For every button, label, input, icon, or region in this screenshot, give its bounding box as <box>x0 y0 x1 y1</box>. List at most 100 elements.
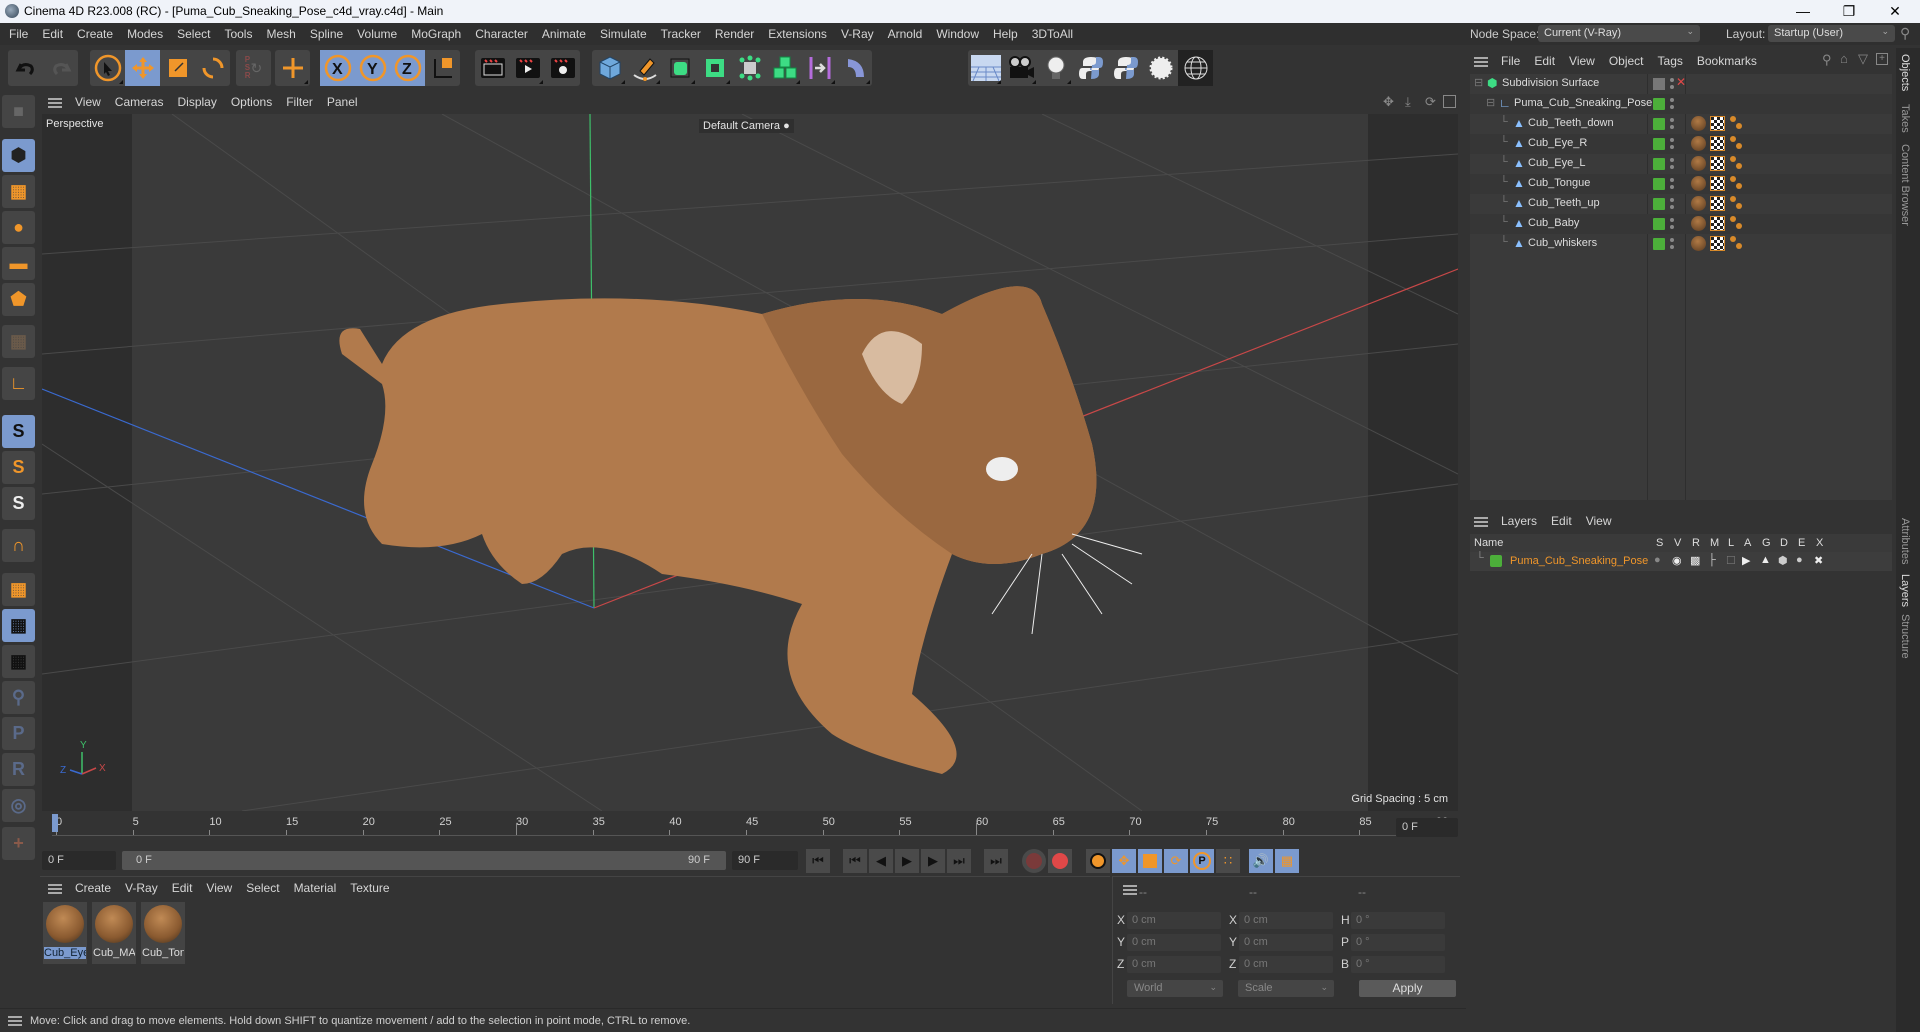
texture-tag-icon[interactable] <box>1710 156 1725 171</box>
minimize-button[interactable]: — <box>1780 0 1826 23</box>
record-button[interactable] <box>1022 849 1046 873</box>
viewport-menu-display[interactable]: Display <box>170 91 223 113</box>
render-visibility-dots[interactable] <box>1670 177 1674 191</box>
size-y-field[interactable]: 0 cm <box>1239 934 1333 951</box>
visibility-toggle[interactable] <box>1653 98 1665 110</box>
y-axis-lock-button[interactable]: Y <box>355 50 390 86</box>
vertex-tag-icon[interactable] <box>1730 216 1744 231</box>
size-x-field[interactable]: 0 cm <box>1239 912 1333 929</box>
python-button[interactable] <box>1073 50 1108 86</box>
menu-file[interactable]: File <box>2 23 35 45</box>
timeline-filmstrip-button[interactable]: ▦ <box>1275 849 1299 873</box>
render-visibility-dots[interactable] <box>1670 157 1674 171</box>
hamburger-icon[interactable] <box>1123 885 1137 895</box>
position-x-field[interactable]: 0 cm <box>1127 912 1221 929</box>
material-menu-create[interactable]: Create <box>68 877 118 899</box>
psr-reset-button[interactable]: P S R ↻ <box>236 50 271 86</box>
render-visibility-dots[interactable] <box>1670 137 1674 151</box>
x-axis-lock-button[interactable]: X <box>320 50 355 86</box>
sphere-wire-button[interactable] <box>1178 50 1213 86</box>
expand-toggle-icon[interactable]: ⊟ <box>1474 76 1483 89</box>
object-menu-edit[interactable]: Edit <box>1527 50 1562 72</box>
prev-key-button[interactable]: ⏮ <box>843 849 867 873</box>
workplane-lock-button[interactable]: ▦ <box>2 609 35 642</box>
axis-mode-button[interactable]: ∟ <box>2 367 35 400</box>
position-y-field[interactable]: 0 cm <box>1127 934 1221 951</box>
viewport-menu-panel[interactable]: Panel <box>320 91 365 113</box>
uv-mode-button[interactable]: ▦ <box>2 325 35 358</box>
lock-icon[interactable]: ☐ <box>1726 554 1736 567</box>
extrude-button[interactable] <box>697 50 732 86</box>
workplane-rotate-button[interactable]: ▦ <box>2 645 35 678</box>
coord-mode-dropdown[interactable]: Scale ⌄ <box>1238 980 1334 997</box>
disable-x-icon[interactable]: ✕ <box>1676 75 1686 89</box>
object-row[interactable]: └ ▲ Cub_Eye_R <box>1470 134 1892 154</box>
edit-toggle-icon[interactable] <box>1653 78 1665 90</box>
undo-button[interactable] <box>8 50 43 86</box>
menu-extensions[interactable]: Extensions <box>761 23 834 45</box>
rotation-p-field[interactable]: 0 ° <box>1351 934 1445 951</box>
material-menu-v-ray[interactable]: V-Ray <box>118 877 165 899</box>
tab-structure[interactable]: Structure <box>1899 614 1911 659</box>
layer-column-a[interactable]: A <box>1744 537 1751 549</box>
layer-menu-edit[interactable]: Edit <box>1544 510 1579 532</box>
menu-create[interactable]: Create <box>70 23 120 45</box>
subdivision-button[interactable] <box>662 50 697 86</box>
sky-button[interactable] <box>1143 50 1178 86</box>
layer-column-v[interactable]: V <box>1674 537 1681 549</box>
layer-column-r[interactable]: R <box>1692 537 1700 549</box>
xref-icon[interactable]: ✖ <box>1814 554 1823 567</box>
visible-eye-icon[interactable]: ◉ <box>1672 554 1682 567</box>
texture-tag-icon[interactable] <box>1710 136 1725 151</box>
coord-space-dropdown[interactable]: World ⌄ <box>1127 980 1223 997</box>
3d-viewport[interactable]: Perspective Default Camera ● Y X Z Grid … <box>42 114 1458 811</box>
key-parameter-button[interactable]: P <box>1190 849 1214 873</box>
search-icon[interactable]: ⚲ <box>1822 52 1832 68</box>
expression-icon[interactable]: ● <box>1796 554 1803 566</box>
goto-end-button[interactable]: ⏭ <box>984 849 1008 873</box>
bend-button[interactable] <box>802 50 837 86</box>
python2-button[interactable] <box>1108 50 1143 86</box>
menu-animate[interactable]: Animate <box>535 23 593 45</box>
paint-add-button[interactable]: + <box>2 827 35 860</box>
z-axis-lock-button[interactable]: Z <box>390 50 425 86</box>
menu-spline[interactable]: Spline <box>303 23 350 45</box>
filter-icon[interactable]: ▽ <box>1858 51 1868 67</box>
node-space-dropdown[interactable]: Current (V-Ray) ⌄ <box>1538 25 1700 42</box>
render-visibility-dots[interactable] <box>1670 217 1674 231</box>
hamburger-icon[interactable] <box>1474 516 1488 527</box>
render-visibility-dots[interactable] <box>1670 97 1674 111</box>
rotation-b-field[interactable]: 0 ° <box>1351 956 1445 973</box>
object-row[interactable]: └ ▲ Cub_Teeth_down <box>1470 114 1892 134</box>
material-menu-texture[interactable]: Texture <box>343 877 396 899</box>
layer-row[interactable]: └ Puma_Cub_Sneaking_Pose ● ◉ ▩ ├ ☐ ▶ ▲ ⬢ ● ✖ <box>1470 552 1892 571</box>
layer-menu-view[interactable]: View <box>1579 510 1619 532</box>
transform-tool-button[interactable] <box>275 50 310 86</box>
hamburger-icon[interactable] <box>1474 56 1488 67</box>
hamburger-icon[interactable] <box>8 1016 22 1026</box>
tab-layers[interactable]: Layers <box>1899 574 1911 607</box>
vertex-tag-icon[interactable] <box>1730 116 1744 131</box>
menu-tools[interactable]: Tools <box>217 23 259 45</box>
next-key-button[interactable]: ⏭ <box>947 849 971 873</box>
layer-column-s[interactable]: S <box>1656 537 1663 549</box>
model-mode-button[interactable]: ⬢ <box>2 139 35 172</box>
object-row[interactable]: └ ▲ Cub_Eye_L <box>1470 154 1892 174</box>
menu-v-ray[interactable]: V-Ray <box>834 23 881 45</box>
frame-ruler[interactable]: 051015202530354045505560657075808590 <box>52 812 1452 836</box>
rotation-h-field[interactable]: 0 ° <box>1351 912 1445 929</box>
material-tag-icon[interactable] <box>1691 176 1706 191</box>
menu-window[interactable]: Window <box>929 23 986 45</box>
visibility-toggle[interactable] <box>1653 138 1665 150</box>
texture-mode-button[interactable]: ▦ <box>2 175 35 208</box>
texture-tag-icon[interactable] <box>1710 196 1725 211</box>
render-visibility-dots[interactable] <box>1670 197 1674 211</box>
play-button[interactable]: ▶ <box>895 849 919 873</box>
start-frame-field[interactable]: 0 F <box>42 851 116 870</box>
material-swatch[interactable]: Cub_Ton <box>141 902 185 964</box>
menu-simulate[interactable]: Simulate <box>593 23 654 45</box>
key-position-button[interactable]: ✥ <box>1112 849 1136 873</box>
material-menu-select[interactable]: Select <box>239 877 286 899</box>
layer-color-swatch[interactable] <box>1490 555 1502 567</box>
material-menu-view[interactable]: View <box>199 877 239 899</box>
